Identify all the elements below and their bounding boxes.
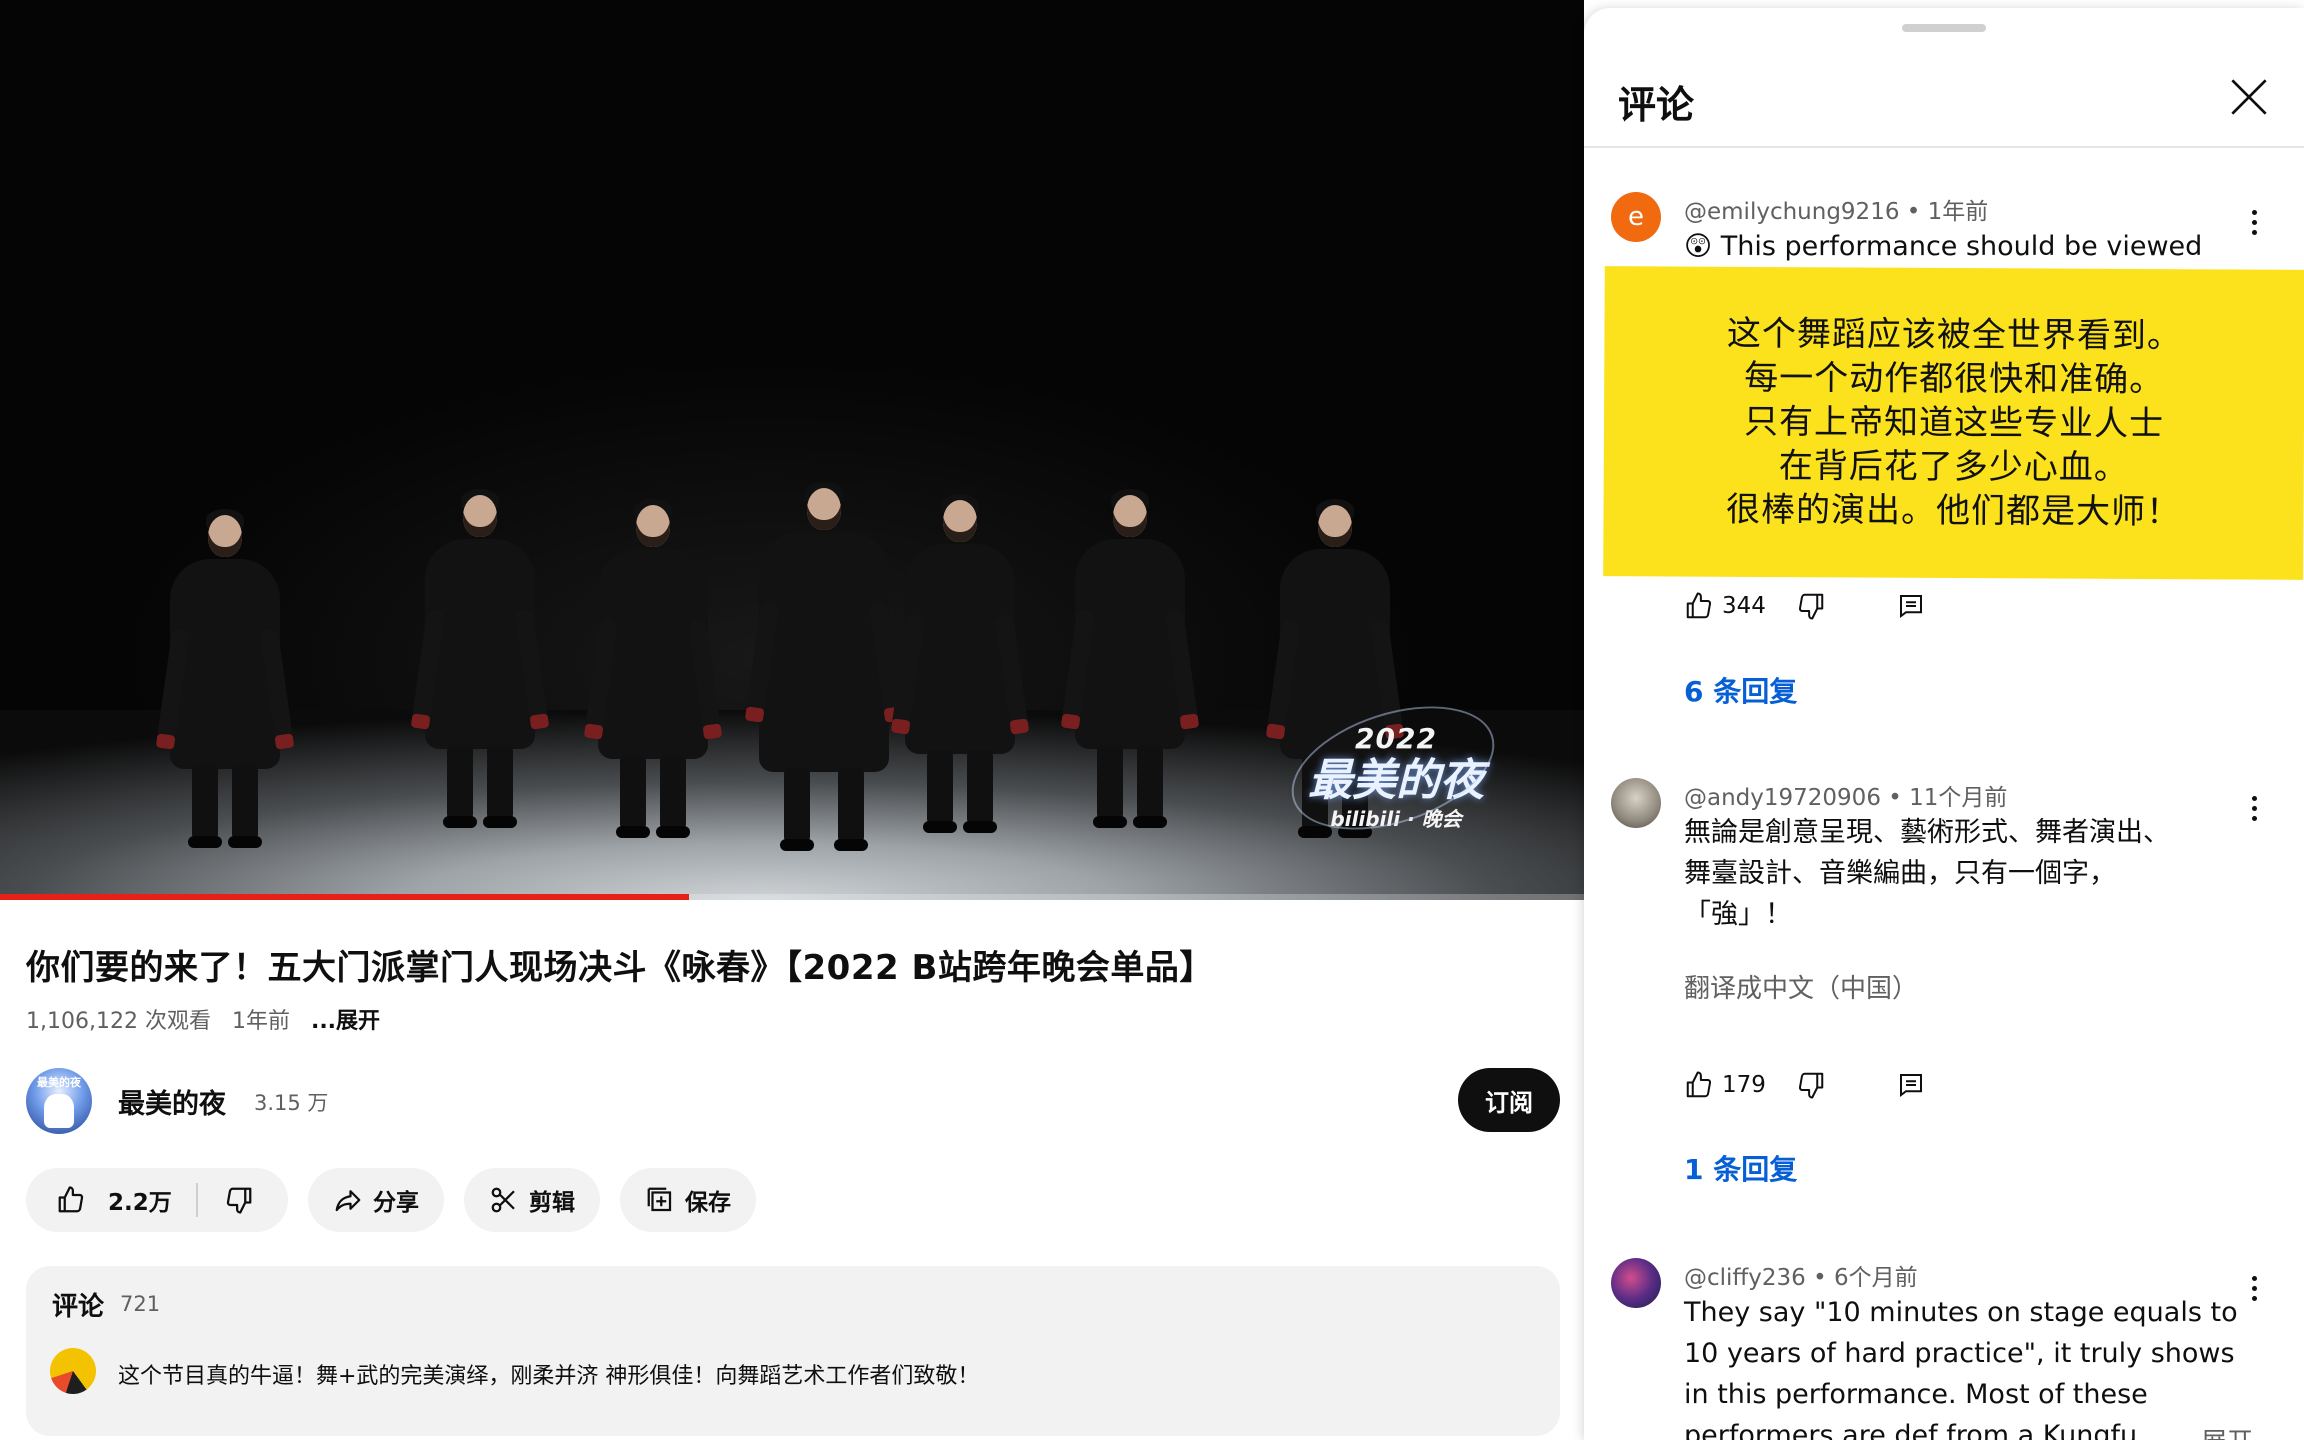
comment-age: 6个月前 <box>1834 1265 1918 1291</box>
expand-description[interactable]: ...展开 <box>311 1009 380 1034</box>
translation-overlay: 这个舞蹈应该被全世界看到。 每一个动作都很快和准确。 只有上帝知道这些专业人士 … <box>1603 266 2304 580</box>
channel-row: 最美的夜 最美的夜 3.15 万 订阅 <box>26 1068 1560 1134</box>
top-comment-text: 这个节目真的牛逼！舞+武的完美演绎，刚柔并济 神形俱佳！向舞蹈艺术工作者们致敬！ <box>118 1364 980 1389</box>
comment-avatar[interactable] <box>1611 778 1661 828</box>
comment-text: They say "10 minutes on stage equals to … <box>1684 1297 2238 1440</box>
comments-count: 721 <box>120 1292 161 1316</box>
comment-author-line: @emilychung9216 • 1年前 <box>1684 199 1989 225</box>
progress-played <box>0 894 690 900</box>
thumbs-down-icon <box>226 1187 252 1214</box>
subscribe-button[interactable]: 订阅 <box>1458 1068 1560 1132</box>
video-meta: 1,106,122 次观看 1年前 ...展开 <box>26 1003 394 1035</box>
overlay-line: 很棒的演出。他们都是大师！ <box>1725 489 2182 533</box>
translate-link[interactable]: 翻译成中文（中国） <box>1684 968 1918 1005</box>
channel-name[interactable]: 最美的夜 <box>118 1082 226 1121</box>
clip-label: 剪辑 <box>529 1190 575 1216</box>
thumbs-up-icon <box>58 1186 84 1213</box>
view-replies-link[interactable]: 6 条回复 <box>1684 670 1797 710</box>
comment-author-line: @andy19720906 • 11个月前 <box>1684 785 2008 811</box>
thumbs-down-icon[interactable] <box>1796 1070 1826 1100</box>
view-replies-link[interactable]: 1 条回复 <box>1684 1148 1797 1188</box>
scissors-icon <box>491 1187 515 1213</box>
dancer <box>410 489 550 855</box>
dislike-button[interactable] <box>198 1168 280 1232</box>
comments-panel: 评论 e @emilychung9216 • 1年前 😲 This perfor… <box>1584 8 2304 1440</box>
event-watermark: 2022 最美的夜 bilibili · 晚会 <box>1276 683 1510 853</box>
comment-like-count: 344 <box>1722 593 1766 619</box>
comment-author[interactable]: @emilychung9216 <box>1684 199 1899 225</box>
comment-author[interactable]: @andy19720906 <box>1684 785 1881 811</box>
comments-heading: 评论 <box>52 1292 105 1322</box>
overlay-line: 这个舞蹈应该被全世界看到。 <box>1726 313 2183 357</box>
expand-comment-link[interactable]: ... 展开 <box>2162 1422 2254 1440</box>
thumbs-up-icon[interactable] <box>1684 591 1714 621</box>
like-dislike-group: 2.2万 <box>26 1168 288 1232</box>
dancer <box>155 509 295 855</box>
share-label: 分享 <box>373 1190 419 1216</box>
overlay-line: 在背后花了多少心血。 <box>1778 446 2129 488</box>
thumbs-up-icon[interactable] <box>1684 1070 1714 1100</box>
more-options-icon[interactable] <box>2242 788 2266 828</box>
video-player[interactable]: 2022 最美的夜 bilibili · 晚会 <box>0 0 1584 900</box>
comment-age: 1年前 <box>1927 199 1989 225</box>
thumbs-down-icon[interactable] <box>1796 591 1826 621</box>
more-options-icon[interactable] <box>2242 1268 2266 1308</box>
dancer-lead <box>744 482 904 868</box>
save-label: 保存 <box>685 1190 731 1216</box>
comment-author[interactable]: @cliffy236 <box>1684 1265 1806 1291</box>
reply-icon[interactable] <box>1896 1070 1926 1100</box>
like-count: 2.2万 <box>108 1190 172 1216</box>
more-options-icon[interactable] <box>2242 202 2266 242</box>
progress-bar[interactable] <box>0 894 1584 900</box>
comment-avatar[interactable] <box>1611 1258 1661 1308</box>
dancer <box>583 499 723 855</box>
channel-avatar[interactable]: 最美的夜 <box>26 1068 92 1134</box>
overlay-line: 每一个动作都很快和准确。 <box>1744 357 2165 401</box>
panel-divider <box>1584 146 2304 148</box>
comment-actions: 179 <box>1684 1065 1926 1105</box>
comment-like-count: 179 <box>1722 1072 1766 1098</box>
view-count: 1,106,122 次观看 <box>26 1009 211 1034</box>
comment-age: 11个月前 <box>1909 785 2008 811</box>
panel-title: 评论 <box>1618 83 1695 127</box>
video-title: 你们要的来了！五大门派掌门人现场决斗《咏春》【2022 B站跨年晚会单品】 <box>26 948 1214 988</box>
clip-button[interactable]: 剪辑 <box>464 1168 600 1232</box>
comment-author-line: @cliffy236 • 6个月前 <box>1684 1265 1918 1291</box>
add-to-playlist-icon <box>647 1187 672 1212</box>
upload-age: 1年前 <box>231 1009 290 1034</box>
overlay-line: 只有上帝知道这些专业人士 <box>1743 401 2165 445</box>
close-icon[interactable] <box>2224 72 2274 122</box>
share-button[interactable]: 分享 <box>308 1168 444 1232</box>
comments-preview-card[interactable]: 评论 721 这个节目真的牛逼！舞+武的完美演绎，刚柔并济 神形俱佳！向舞蹈艺术… <box>26 1266 1560 1436</box>
commenter-avatar <box>50 1348 96 1394</box>
drag-handle[interactable] <box>1902 24 1986 32</box>
subscriber-count: 3.15 万 <box>254 1091 329 1115</box>
comment-avatar[interactable]: e <box>1611 192 1661 242</box>
comment-text: 無論是創意呈現、藝術形式、舞者演出、 舞臺設計、音樂編曲，只有一個字， 「強」！ <box>1684 817 2170 930</box>
comment-text: 😲 This performance should be viewed <box>1684 231 2203 262</box>
reply-icon[interactable] <box>1896 591 1926 621</box>
dancer <box>890 494 1030 850</box>
like-button[interactable]: 2.2万 <box>26 1168 172 1232</box>
save-button[interactable]: 保存 <box>620 1168 756 1232</box>
comment-actions: 344 <box>1684 586 1926 626</box>
share-icon <box>335 1190 361 1212</box>
dancer <box>1060 489 1200 850</box>
